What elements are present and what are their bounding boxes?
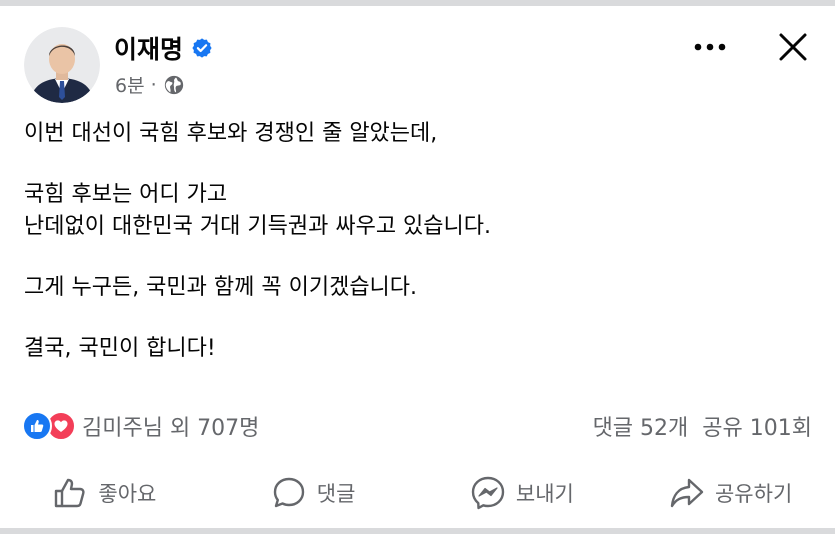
share-button[interactable]: 공유하기 xyxy=(626,475,835,511)
verified-badge-icon xyxy=(192,38,212,58)
more-dots-icon xyxy=(694,43,726,51)
post-paragraph: 이번 대선이 국힘 후보와 경쟁인 줄 알았는데, xyxy=(24,121,438,146)
post-meta: 6분 · xyxy=(115,71,185,98)
avatar[interactable] xyxy=(24,27,100,103)
action-bar: 좋아요 댓글 보내기 공유하기 xyxy=(0,464,835,522)
author-row: 이재명 xyxy=(114,30,213,66)
share-label: 공유하기 xyxy=(714,482,793,506)
reactions-summary[interactable]: 김미주님 외 707명 xyxy=(22,410,259,442)
messenger-icon xyxy=(471,476,505,510)
thumbs-up-icon xyxy=(55,478,85,508)
like-label: 좋아요 xyxy=(98,482,157,506)
like-button[interactable]: 좋아요 xyxy=(0,475,209,511)
more-options-button[interactable] xyxy=(688,30,732,64)
post-paragraph: 국힘 후보는 어디 가고 난데없이 대한민국 거대 기득권과 싸우고 있습니다. xyxy=(24,182,492,239)
post-paragraph: 그게 누구든, 국민과 함께 꼭 이기겠습니다. xyxy=(24,275,418,300)
bottom-divider xyxy=(0,528,835,534)
send-button[interactable]: 보내기 xyxy=(418,475,627,511)
reaction-icons xyxy=(22,411,76,441)
comment-label: 댓글 xyxy=(316,482,356,506)
close-icon xyxy=(779,33,807,61)
meta-separator: · xyxy=(150,73,157,96)
close-button[interactable] xyxy=(770,26,816,68)
share-arrow-icon xyxy=(670,478,704,508)
globe-icon[interactable] xyxy=(163,74,185,96)
like-reaction-icon xyxy=(22,411,52,441)
comment-bubble-icon xyxy=(273,477,304,508)
post-body: 이번 대선이 국힘 후보와 경쟁인 줄 알았는데, 국힘 후보는 어디 가고 난… xyxy=(24,118,814,365)
post-paragraph: 결국, 국민이 합니다! xyxy=(24,336,216,361)
top-divider xyxy=(0,0,835,6)
send-label: 보내기 xyxy=(515,482,574,506)
shares-count[interactable]: 공유 101회 xyxy=(702,410,812,442)
comment-button[interactable]: 댓글 xyxy=(209,475,418,511)
reactions-text: 김미주님 외 707명 xyxy=(82,416,260,441)
post-stats: 김미주님 외 707명 댓글 52개 공유 101회 xyxy=(22,408,812,444)
author-name[interactable]: 이재명 xyxy=(114,30,183,66)
engagement-counts: 댓글 52개 공유 101회 xyxy=(593,410,812,442)
comments-count[interactable]: 댓글 52개 xyxy=(593,410,689,442)
post-timestamp[interactable]: 6분 xyxy=(115,71,145,98)
